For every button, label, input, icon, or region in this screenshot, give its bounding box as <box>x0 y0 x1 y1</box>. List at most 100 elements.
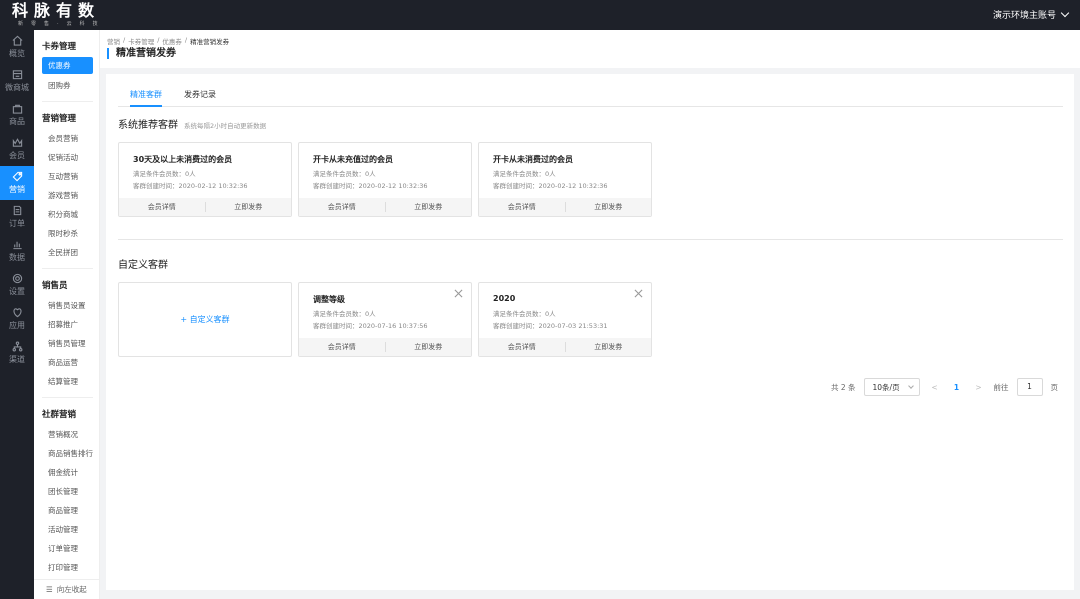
subnav-item[interactable]: 营销概况 <box>34 425 99 444</box>
breadcrumb-item[interactable]: 营销 <box>107 36 120 46</box>
send-coupon-button[interactable]: 立即发券 <box>386 202 472 212</box>
subnav-item[interactable]: 结算管理 <box>34 372 99 391</box>
top-bar: 科脉有数 新零售·云科技 演示环境主账号 <box>0 0 1080 30</box>
next-page-button[interactable]: > <box>972 383 986 392</box>
subnav-item[interactable]: 促销活动 <box>34 148 99 167</box>
page-number-current[interactable]: 1 <box>950 383 964 392</box>
close-icon <box>634 289 643 298</box>
rail-item-overview[interactable]: 概览 <box>0 30 34 64</box>
rail-label: 概览 <box>9 49 25 58</box>
segment-card: 30天及以上未消费过的会员 满足条件会员数：0人 客群创建时间：2020-02-… <box>118 142 292 217</box>
crown-icon <box>12 138 22 147</box>
prev-page-button[interactable]: < <box>928 383 942 392</box>
segment-card: 开卡从未消费过的会员 满足条件会员数：0人 客群创建时间：2020-02-12 … <box>478 142 652 217</box>
subnav-item-coupons[interactable]: 优惠券 <box>42 57 93 74</box>
subnav-item[interactable]: 活动管理 <box>34 520 99 539</box>
subnav-item[interactable]: 会员营销 <box>34 129 99 148</box>
subnav-item[interactable]: 销售员管理 <box>34 334 99 353</box>
subnav-item[interactable]: 积分商城 <box>34 205 99 224</box>
member-detail-button[interactable]: 会员详情 <box>119 202 205 212</box>
rail-item-data[interactable]: 数据 <box>0 234 34 268</box>
section-heading: 系统推荐客群 <box>118 120 178 131</box>
subnav-item[interactable]: 打印管理 <box>34 558 99 577</box>
brand-tagline: 新零售·云科技 <box>18 21 106 27</box>
gear-icon <box>12 273 22 284</box>
subnav-item[interactable]: 销售员设置 <box>34 296 99 315</box>
section-subtitle: 系统每隔2小时自动更新数据 <box>184 122 267 130</box>
card-title: 开卡从未充值过的会员 <box>313 155 393 164</box>
card-actions: 会员详情 立即发券 <box>299 198 471 216</box>
rail-item-goods[interactable]: 商品 <box>0 98 34 132</box>
member-detail-button[interactable]: 会员详情 <box>479 202 565 212</box>
custom-section-title: 自定义客群 <box>118 256 168 271</box>
subnav-item-group-coupons[interactable]: 团购券 <box>34 76 99 95</box>
add-custom-group-button[interactable]: + 自定义客群 <box>118 282 292 357</box>
card-title: 2020 <box>493 294 516 303</box>
subnav-item[interactable]: 团长管理 <box>34 482 99 501</box>
card-member-count: 满足条件会员数：0人 <box>133 170 196 178</box>
tab-precise-groups[interactable]: 精准客群 <box>130 88 162 107</box>
section-heading: 自定义客群 <box>118 260 168 271</box>
segment-card: 2020 满足条件会员数：0人 客群创建时间：2020-07-03 21:53:… <box>478 282 652 357</box>
account-label: 演示环境主账号 <box>992 11 1056 21</box>
breadcrumb-item[interactable]: 卡券管理 <box>128 36 154 46</box>
card-member-count: 满足条件会员数：0人 <box>493 170 556 178</box>
collapse-sidebar-button[interactable]: ☰ 向左收起 <box>34 579 99 599</box>
rail-item-mall[interactable]: 微商城 <box>0 64 34 98</box>
send-coupon-button[interactable]: 立即发券 <box>206 202 292 212</box>
breadcrumb-item[interactable]: 优惠券 <box>162 36 182 46</box>
member-detail-button[interactable]: 会员详情 <box>479 342 565 352</box>
subnav-item[interactable]: 限时秒杀 <box>34 224 99 243</box>
main-nav-rail: 概览 微商城 商品 会员 营销 订单 数据 设置 应用 渠道 <box>0 30 34 599</box>
subnav-item[interactable]: 招募推广 <box>34 315 99 334</box>
card-created-time: 客群创建时间：2020-07-16 10:37:56 <box>313 322 428 330</box>
rail-item-settings[interactable]: 设置 <box>0 268 34 302</box>
brand-logo[interactable]: 科脉有数 新零售·云科技 <box>12 2 98 28</box>
rail-label: 营销 <box>9 185 25 194</box>
subnav-divider <box>42 397 93 398</box>
rail-item-member[interactable]: 会员 <box>0 132 34 166</box>
rail-item-marketing[interactable]: 营销 <box>0 166 34 200</box>
breadcrumb-separator: / <box>123 36 126 44</box>
subnav-item[interactable]: 佣金统计 <box>34 463 99 482</box>
breadcrumb-separator: / <box>184 36 188 44</box>
goto-page-input[interactable]: 1 <box>1016 378 1043 396</box>
card-actions: 会员详情 立即发券 <box>299 338 471 356</box>
channel-icon <box>12 341 22 352</box>
page-size-select[interactable]: 10条/页 <box>863 378 920 396</box>
member-detail-button[interactable]: 会员详情 <box>299 342 385 352</box>
subnav-item[interactable]: 商品管理 <box>34 501 99 520</box>
send-coupon-button[interactable]: 立即发券 <box>386 342 472 352</box>
send-coupon-button[interactable]: 立即发券 <box>566 202 652 212</box>
delete-group-button[interactable] <box>454 288 463 298</box>
subnav-item[interactable]: 商品运营 <box>34 353 99 372</box>
pagination-total: 共 2 条 <box>830 382 856 392</box>
marketing-subnav: 卡券管理 优惠券 团购券 营销管理 会员营销 促销活动 互动营销 游戏营销 积分… <box>34 30 100 599</box>
rail-item-orders[interactable]: 订单 <box>0 200 34 234</box>
tag-icon <box>12 171 22 182</box>
close-icon <box>454 289 463 298</box>
member-detail-button[interactable]: 会员详情 <box>299 202 385 212</box>
rail-item-apps[interactable]: 应用 <box>0 302 34 336</box>
rail-item-channels[interactable]: 渠道 <box>0 336 34 370</box>
subnav-group-title: 卡券管理 <box>42 42 77 52</box>
subnav-item[interactable]: 游戏营销 <box>34 186 99 205</box>
card-created-time: 客群创建时间：2020-07-03 21:53:31 <box>493 322 608 330</box>
card-created-time: 客群创建时间：2020-02-12 10:32:36 <box>493 182 608 190</box>
apps-icon <box>12 308 22 318</box>
rail-label: 应用 <box>9 321 25 330</box>
subnav-item[interactable]: 订单管理 <box>34 539 99 558</box>
send-coupon-button[interactable]: 立即发券 <box>566 342 652 352</box>
tab-issue-records[interactable]: 发券记录 <box>184 88 216 107</box>
delete-group-button[interactable] <box>634 288 643 298</box>
order-icon <box>13 205 21 216</box>
card-actions: 会员详情 立即发券 <box>479 338 651 356</box>
chart-icon <box>12 241 22 250</box>
chevron-down-icon <box>1060 8 1070 17</box>
rail-label: 订单 <box>9 219 25 228</box>
menu-icon: ☰ <box>46 585 53 594</box>
subnav-item[interactable]: 商品销售排行 <box>34 444 99 463</box>
subnav-item[interactable]: 全民拼团 <box>34 243 99 262</box>
account-menu[interactable]: 演示环境主账号 <box>992 8 1070 21</box>
subnav-item[interactable]: 互动营销 <box>34 167 99 186</box>
